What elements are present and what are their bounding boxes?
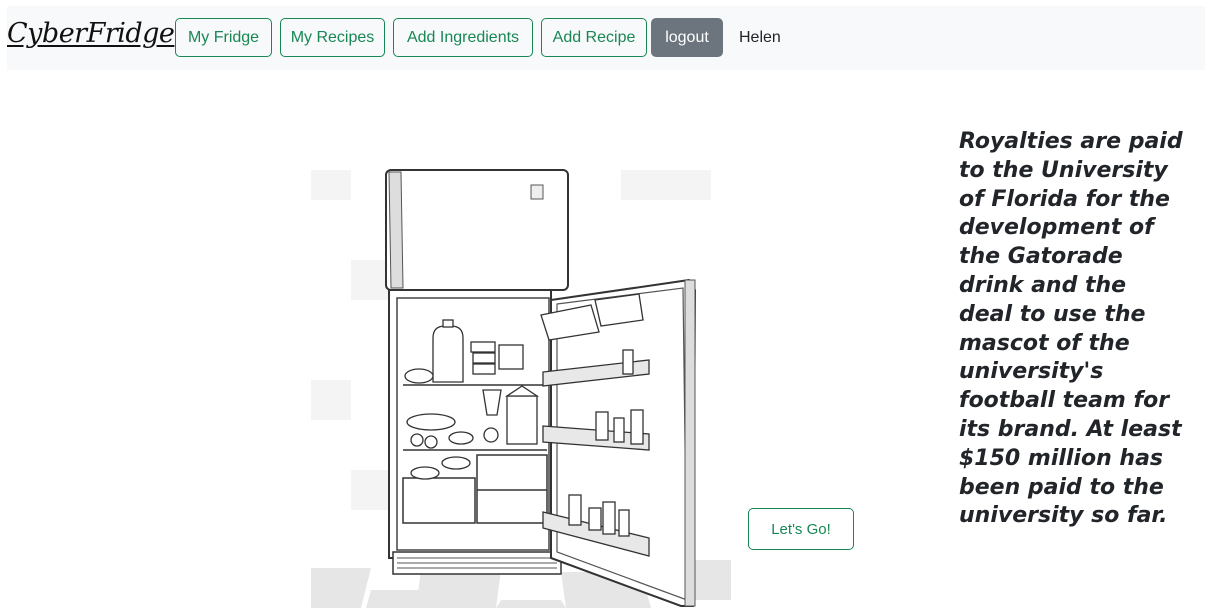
nav-my-recipes-button[interactable]: My Recipes — [280, 18, 385, 57]
nav-add-ingredients-button[interactable]: Add Ingredients — [393, 18, 533, 57]
username-label: Helen — [739, 29, 781, 46]
brand-logo[interactable]: CyberFridge — [7, 18, 175, 49]
navbar: CyberFridge My Fridge My Recipes Add Ing… — [7, 6, 1205, 70]
fridge-illustration — [311, 160, 731, 608]
nav-my-fridge-button[interactable]: My Fridge — [175, 18, 272, 57]
open-fridge-icon — [311, 169, 731, 608]
fun-fact-text: Royalties are paid to the University of … — [959, 129, 1183, 529]
nav-add-recipe-button[interactable]: Add Recipe — [541, 18, 647, 57]
logout-button[interactable]: logout — [651, 18, 723, 57]
lets-go-button[interactable]: Let's Go! — [748, 508, 854, 550]
